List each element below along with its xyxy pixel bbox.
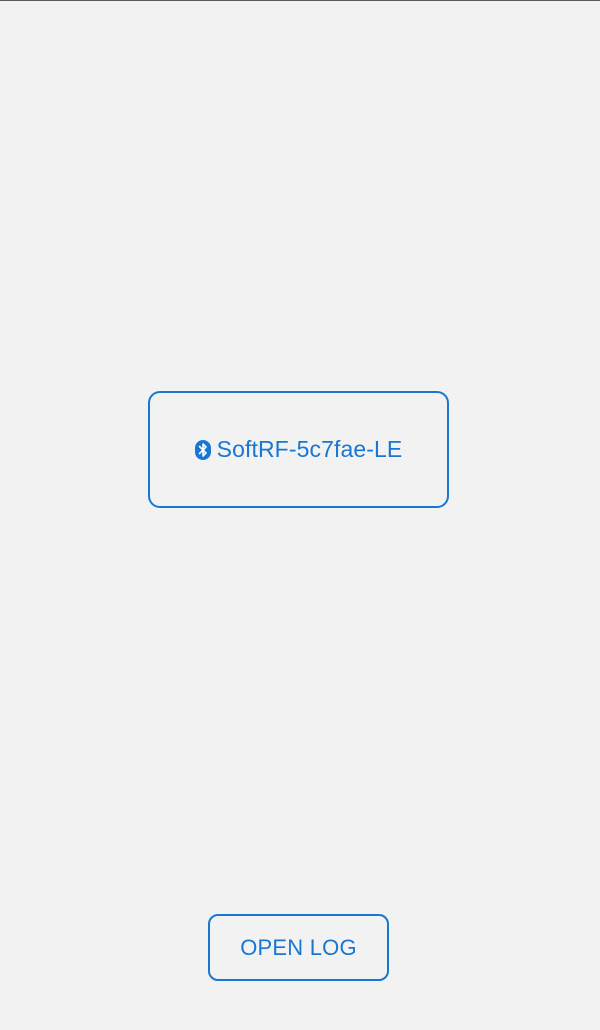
open-log-label: OPEN LOG	[240, 934, 357, 960]
bluetooth-icon	[194, 439, 211, 460]
device-name-label: SoftRF-5c7fae-LE	[216, 436, 403, 462]
app-screen: SoftRF-5c7fae-LE OPEN LOG	[0, 0, 600, 1030]
device-connect-button[interactable]: SoftRF-5c7fae-LE	[148, 391, 449, 508]
open-log-button[interactable]: OPEN LOG	[208, 914, 389, 981]
